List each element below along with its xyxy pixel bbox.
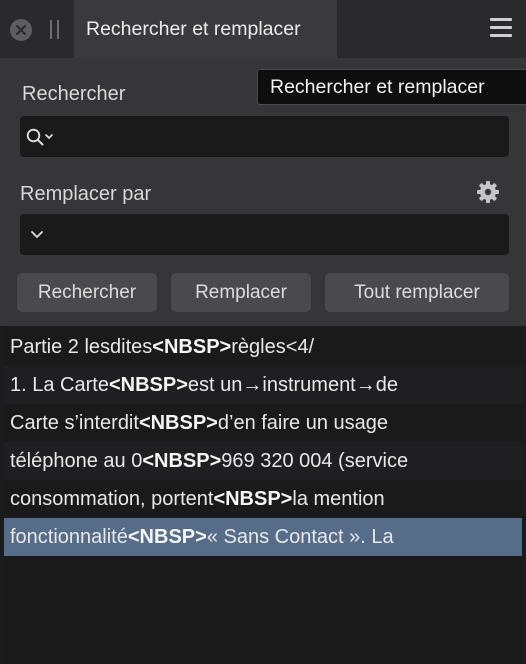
replace-all-button[interactable]: Tout remplacer [325,273,509,312]
tab-find-replace[interactable]: Rechercher et remplacer [74,0,337,58]
find-field[interactable] [20,116,509,157]
list-item-selected[interactable]: fonctionnalité<NBSP>« Sans Contact ». La [4,518,522,556]
close-button[interactable] [10,19,32,41]
tooltip: Rechercher et remplacer [257,69,526,105]
chevron-down-icon[interactable] [30,230,44,239]
replace-field[interactable] [20,214,509,255]
replace-button[interactable]: Remplacer [171,273,311,312]
results-list[interactable]: Partie 2 lesdites<NBSP>règles<4/ 1. La C… [4,326,522,664]
hamburger-menu-icon[interactable] [490,18,512,38]
list-item[interactable]: téléphone au 0<NBSP>969 320 004 (service [4,442,522,480]
find-label: Rechercher [22,83,126,105]
tab-title: Rechercher et remplacer [86,18,301,40]
replace-label: Remplacer par [20,183,152,205]
close-icon [16,25,26,35]
replace-input[interactable] [64,214,504,255]
list-item[interactable]: consommation, portent<NBSP>la mention [4,480,522,518]
tooltip-text: Rechercher et remplacer [270,76,485,98]
search-icon[interactable] [26,128,58,146]
find-button[interactable]: Rechercher [17,273,157,312]
list-item[interactable]: Partie 2 lesdites<NBSP>règles<4/ [4,328,522,366]
list-item[interactable]: Carte s’interdit<NBSP>d’en faire un usag… [4,404,522,442]
list-item[interactable]: 1. La Carte<NBSP>est un→instrument→de [4,366,522,404]
gear-icon[interactable] [476,180,500,204]
panel-titlebar: Rechercher et remplacer [0,0,526,58]
drag-handle-icon[interactable] [50,20,60,39]
find-input[interactable] [64,116,504,157]
